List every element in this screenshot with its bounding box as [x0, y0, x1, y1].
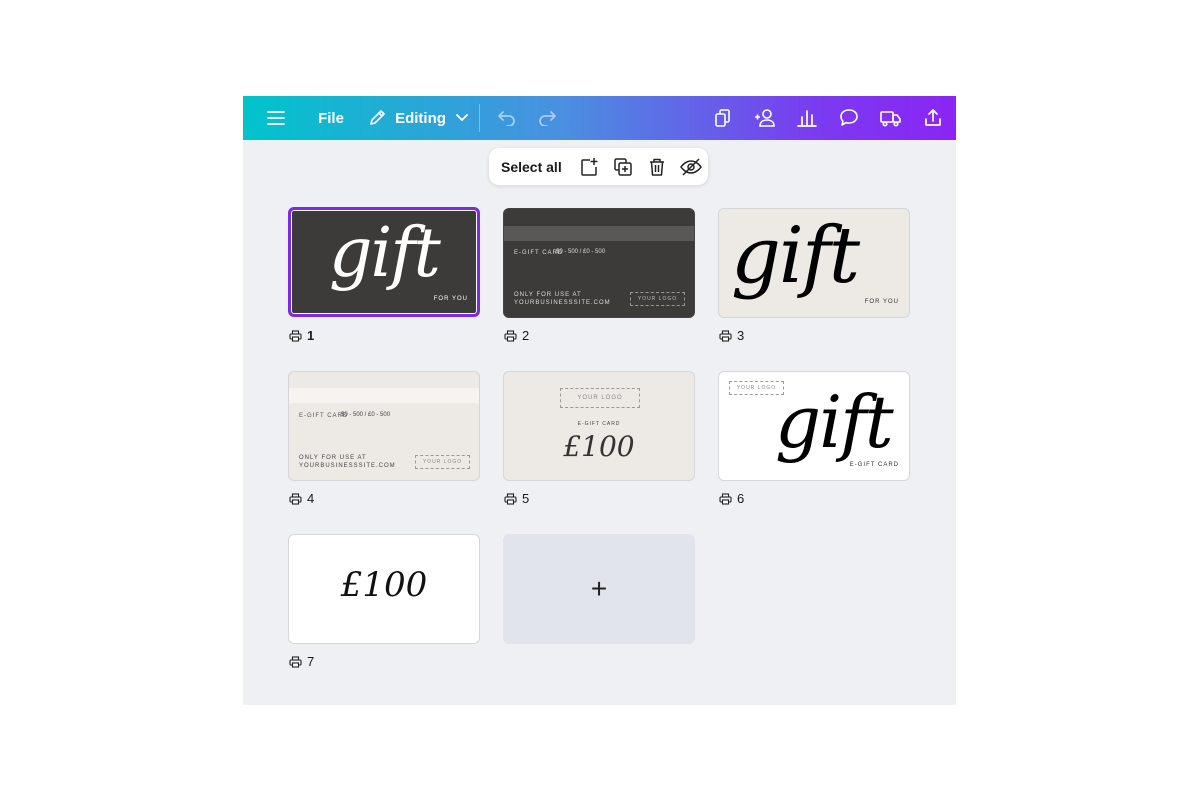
redo-icon	[539, 111, 556, 126]
egift-label: E-gift card	[577, 421, 621, 427]
chart-icon	[797, 110, 817, 127]
card-values-text: $0 - 500 / £0 - 500	[556, 249, 606, 255]
duplicate-icon	[613, 157, 632, 176]
printer-icon	[289, 329, 302, 342]
page-thumbnail-3[interactable]: gift FOR YOU	[718, 208, 910, 318]
copy-design-button[interactable]	[702, 96, 744, 140]
redo-button[interactable]	[530, 96, 564, 140]
hide-page-button[interactable]	[674, 148, 708, 185]
share-collaborators-button[interactable]	[744, 96, 786, 140]
undo-button[interactable]	[484, 96, 530, 140]
top-bar: File Editing	[243, 96, 956, 140]
page-number: 3	[737, 328, 745, 343]
page-number: 2	[522, 328, 530, 343]
add-page-icon	[580, 157, 598, 176]
page-number: 1	[307, 328, 315, 343]
share-button[interactable]	[912, 96, 954, 140]
page-number: 4	[307, 491, 315, 506]
page-thumbnail-4[interactable]: E-gift card $0 - 500 / £0 - 500 Only for…	[288, 371, 480, 481]
canva-app: File Editing Select all gift FOR YOU 1 E…	[243, 96, 956, 705]
comment-icon	[840, 109, 858, 126]
trash-icon	[649, 158, 664, 176]
page-caption-7: 7	[289, 654, 314, 669]
page-caption-1: 1	[289, 328, 314, 343]
page-thumbnail-7[interactable]: £100	[288, 534, 480, 644]
page-caption-3: 3	[719, 328, 744, 343]
add-page-button[interactable]	[572, 148, 606, 185]
gift-script-text: gift	[731, 211, 860, 301]
page-thumbnail-5[interactable]: YOUR LOGO E-gift card £100	[503, 371, 695, 481]
undo-icon	[498, 111, 515, 126]
for-you-text: FOR YOU	[433, 296, 468, 302]
page-number: 5	[522, 491, 530, 506]
truck-icon	[880, 111, 901, 127]
use-at-text: Only for use at	[514, 292, 582, 298]
editing-mode-label: Editing	[395, 109, 446, 127]
page-thumbnail-6[interactable]: YOUR LOGO gift E-gift card	[718, 371, 910, 481]
for-you-text: FOR YOU	[864, 299, 899, 305]
delete-page-button[interactable]	[640, 148, 674, 185]
printer-icon	[289, 492, 302, 505]
people-icon	[755, 109, 775, 127]
plus-icon: +	[590, 573, 608, 604]
insights-button[interactable]	[786, 96, 828, 140]
comments-button[interactable]	[828, 96, 870, 140]
chevron-down-icon	[456, 114, 468, 122]
page-selection-toolbar: Select all	[489, 148, 708, 185]
pencil-icon	[370, 110, 385, 125]
logo-placeholder: YOUR LOGO	[415, 455, 470, 469]
page-number: 7	[307, 654, 315, 669]
page-number: 6	[737, 491, 745, 506]
page-caption-6: 6	[719, 491, 744, 506]
printer-icon	[504, 492, 517, 505]
print-delivery-button[interactable]	[870, 96, 912, 140]
gift-script-text: gift	[329, 214, 441, 293]
egift-label: E-gift card	[849, 462, 899, 468]
printer-icon	[719, 492, 732, 505]
menu-icon	[267, 111, 285, 125]
printer-icon	[719, 329, 732, 342]
card-values-text: $0 - 500 / £0 - 500	[341, 412, 391, 418]
gift-script-text: gift	[775, 380, 894, 464]
use-at-text: Only for use at	[299, 455, 367, 461]
amount-text: £100	[563, 430, 635, 463]
logo-placeholder: YOUR LOGO	[630, 292, 685, 306]
amount-text: £100	[340, 565, 428, 605]
page-caption-5: 5	[504, 491, 529, 506]
magnetic-stripe	[289, 388, 479, 403]
printer-icon	[289, 655, 302, 668]
select-all-button[interactable]: Select all	[501, 159, 562, 175]
topbar-divider	[479, 104, 480, 132]
logo-placeholder: YOUR LOGO	[560, 388, 640, 408]
copy-icon	[715, 109, 730, 127]
file-menu-button[interactable]: File	[309, 96, 353, 140]
add-page-tile[interactable]: +	[503, 534, 695, 644]
menu-button[interactable]	[243, 96, 309, 140]
page-thumbnail-2[interactable]: E-gift card $0 - 500 / £0 - 500 Only for…	[503, 208, 695, 318]
website-text: yourbusinesssite.com	[299, 463, 396, 469]
website-text: yourbusinesssite.com	[514, 300, 611, 306]
page-caption-4: 4	[289, 491, 314, 506]
share-icon	[925, 109, 941, 126]
page-caption-2: 2	[504, 328, 529, 343]
hide-icon	[679, 157, 702, 176]
page-thumbnail-1[interactable]: gift FOR YOU	[288, 207, 480, 317]
editing-mode-button[interactable]: Editing	[363, 96, 473, 140]
printer-icon	[504, 329, 517, 342]
duplicate-page-button[interactable]	[606, 148, 640, 185]
magnetic-stripe	[504, 226, 694, 241]
